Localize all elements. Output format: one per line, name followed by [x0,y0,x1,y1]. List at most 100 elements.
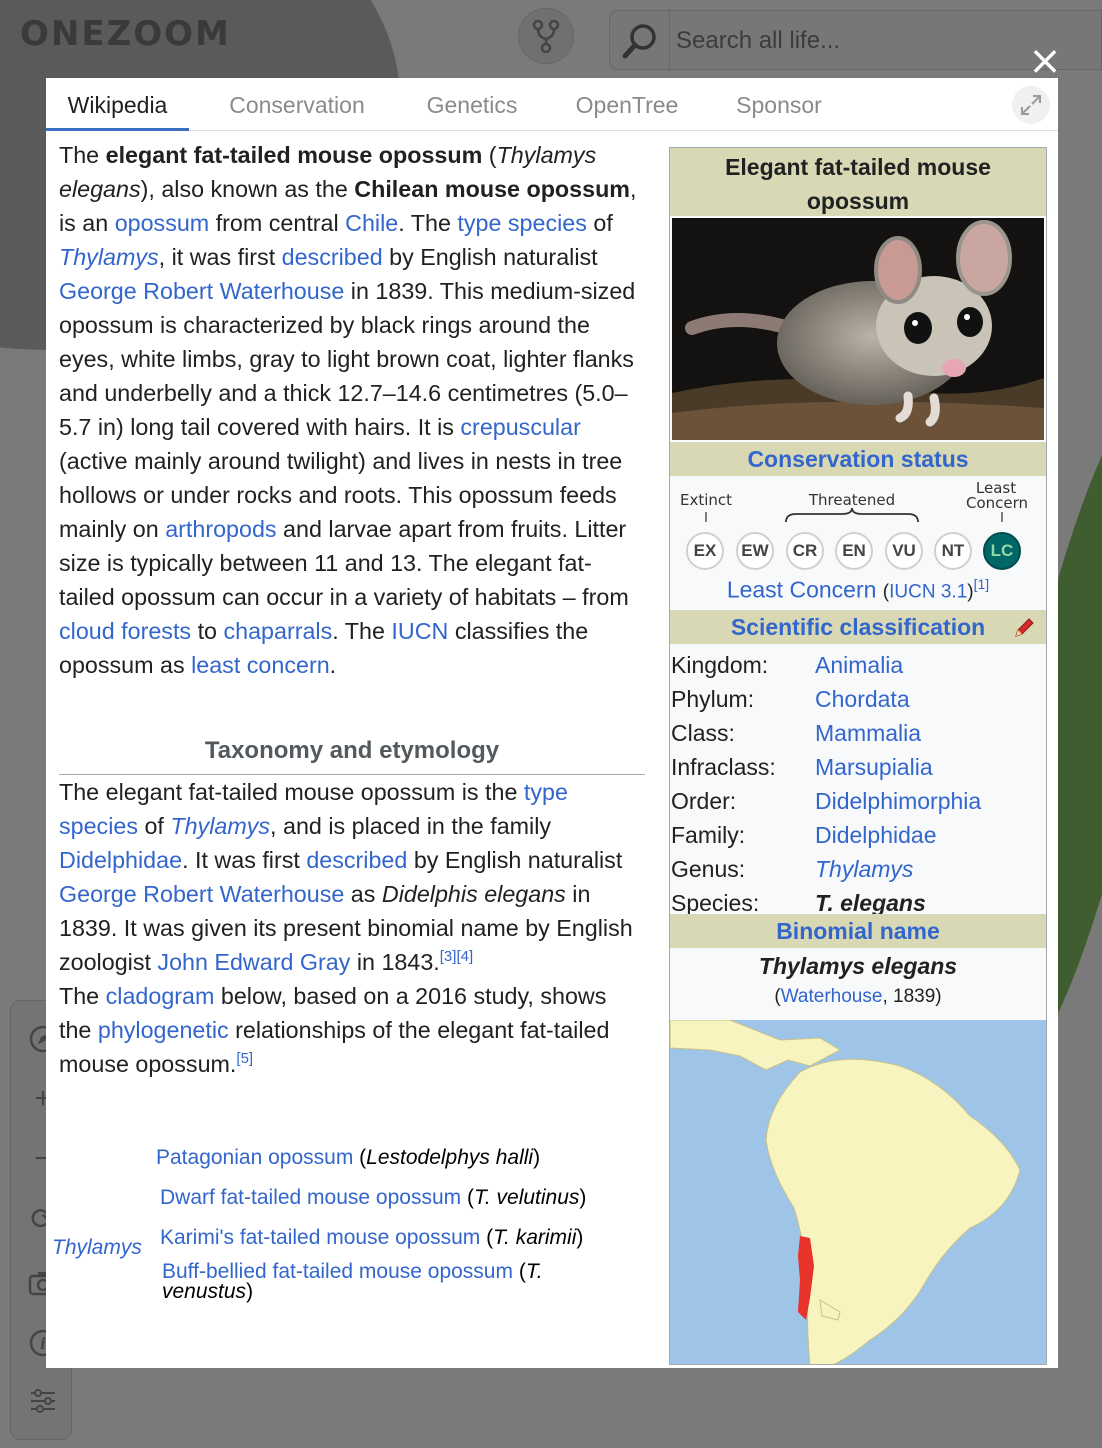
infobox-title: Elegant fat-tailed mouse opossum [670,148,1046,216]
status-line: Least Concern (IUCN 3.1)[1] [726,576,990,603]
article-link[interactable]: opossum [115,210,210,236]
cladogram-leaf-sci: T. velutinus [473,1186,580,1209]
authority-year: , 1839 [882,986,936,1007]
rank-label: Genus: [671,856,746,882]
article-link[interactable]: Thylamys [170,813,270,839]
search-button[interactable] [610,11,670,71]
article-link[interactable]: John Edward Gray [157,949,350,975]
south-america-map [670,1020,1046,1364]
tab-conservation[interactable]: Conservation [216,78,378,131]
authority-link[interactable]: Waterhouse [781,986,883,1007]
text-run: , it was first [158,244,282,270]
close-button[interactable]: × [1026,41,1064,81]
text-run: ( [482,142,497,168]
rank-value[interactable]: Didelphimorphia [815,784,981,818]
bold-text: elegant fat-tailed mouse opossum [105,142,483,168]
text-run: in 1843. [350,949,440,975]
status-lc: LC [983,532,1021,570]
logo-text: ONEZOOM [20,14,231,54]
article-link[interactable]: George Robert Waterhouse [59,278,344,304]
top-bar: ONEZOOM [0,0,1102,71]
article-link[interactable]: type species [457,210,587,236]
text-run: The elegant fat-tailed mouse opossum is … [59,779,524,805]
tab-genetics[interactable]: Genetics [414,78,530,131]
text-run: by English naturalist [382,244,598,270]
text-run: by English naturalist [407,847,623,873]
tab-wikipedia[interactable]: Wikipedia [46,78,189,131]
text-run: The [59,983,106,1009]
classification-row: Kingdom: Animalia [670,648,1046,682]
rank-label: Class: [671,720,735,746]
article-link[interactable]: described [306,847,407,873]
edit-pencil-icon[interactable] [1012,616,1036,640]
article-link[interactable]: cladogram [106,983,215,1009]
article-link[interactable]: least concern [191,652,330,678]
classification-row: Genus: Thylamys [670,852,1046,886]
branch-icon [532,19,560,53]
status-nt: NT [934,532,972,570]
article-link[interactable]: chaparrals [223,618,332,644]
rank-value[interactable]: Mammalia [815,716,921,750]
text-run: of [586,210,613,236]
article-link[interactable]: Didelphidae [59,847,182,873]
status-scale-brackets [705,508,1003,523]
iucn-link[interactable]: IUCN 3.1 [889,582,967,603]
range-map[interactable] [670,1020,1046,1364]
article-link[interactable]: arthropods [165,516,276,542]
scientific-classification-heading[interactable]: Scientific classification [670,610,1046,644]
status-cr: CR [786,532,824,570]
cladogram-leaf: Buff-bellied fat-tailed mouse opossum (T… [162,1260,543,1303]
cladogram-leaf-link[interactable]: Dwarf fat-tailed mouse opossum [160,1186,461,1209]
search-input[interactable] [676,21,1076,61]
article-link[interactable]: crepuscular [460,414,580,440]
rank-value[interactable]: Thylamys [815,852,913,886]
article-link[interactable]: George Robert Waterhouse [59,881,344,907]
tab-sponsor[interactable]: Sponsor [724,78,834,131]
article-link[interactable]: cloud forests [59,618,191,644]
conservation-status-heading[interactable]: Conservation status [670,442,1046,476]
tab-opentree[interactable]: OpenTree [566,78,688,131]
least-concern-link[interactable]: Least Concern [727,577,877,603]
rank-value[interactable]: Marsupialia [815,750,933,784]
classification-row: Infraclass: Marsupialia [670,750,1046,784]
species-photo[interactable] [672,218,1044,440]
text-run: . It was first [182,847,307,873]
status-vu: VU [885,532,923,570]
rank-value[interactable]: Didelphidae [815,818,936,852]
text-run: Didelphis elegans [381,881,566,907]
reference-link[interactable]: [3][4] [440,948,473,965]
classification-heading-text: Scientific classification [730,614,986,640]
binomial-name: Thylamys elegans [758,953,958,979]
binomial-authority: (Waterhouse, 1839) [774,986,942,1007]
cladogram-leaf-link[interactable]: Karimi's fat-tailed mouse opossum [160,1226,480,1249]
reference-link[interactable]: [5] [236,1050,253,1067]
cladogram-leaf: Patagonian opossum (Lestodelphys halli) [156,1146,541,1169]
status-reference[interactable]: [1] [974,576,990,592]
onezoom-logo[interactable]: ONEZOOM [20,14,231,54]
settings-sliders-icon[interactable] [23,1381,63,1421]
classification-row: Phylum: Chordata [670,682,1046,716]
tree-view-button[interactable] [518,8,574,64]
article-link[interactable]: described [282,244,383,270]
text-run: of [138,813,171,839]
cladogram-root-label[interactable]: Thylamys [52,1234,142,1262]
article-link[interactable]: Thylamys [59,244,159,270]
threatened-label: Threatened [808,491,896,509]
cladogram-leaf: Dwarf fat-tailed mouse opossum (T. velut… [160,1186,587,1209]
search-icon [622,24,656,59]
article-link[interactable]: IUCN [391,618,448,644]
cladogram-leaf: Karimi's fat-tailed mouse opossum (T. ka… [160,1226,584,1249]
article-link[interactable]: Chile [345,210,398,236]
rank-value[interactable]: Animalia [815,648,903,682]
rank-value[interactable]: Chordata [815,682,910,716]
expand-button[interactable] [1012,86,1050,124]
text-run: as [344,881,382,907]
rank-label: Order: [671,788,737,814]
extinct-label: Extinct [679,491,733,509]
binomial-name-heading[interactable]: Binomial name [670,914,1046,948]
article-link[interactable]: phylogenetic [98,1017,229,1043]
text-run: , and is placed in the family [270,813,552,839]
cladogram-leaf-link[interactable]: Patagonian opossum [156,1146,353,1169]
cladogram-leaf-sci: Lestodelphys halli [366,1146,534,1169]
section-heading: Taxonomy and etymology [59,734,645,775]
